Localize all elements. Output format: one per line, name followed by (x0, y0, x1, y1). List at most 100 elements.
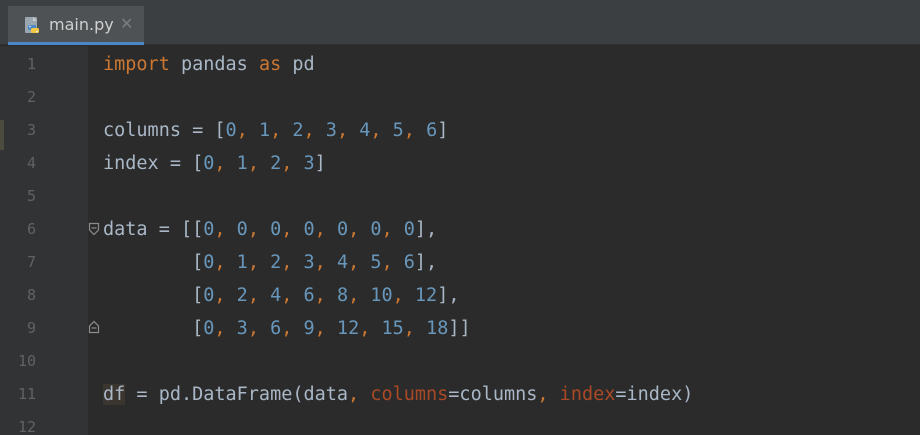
line-number: 9 (26, 319, 36, 337)
comma: , (370, 120, 382, 141)
number-literal: 0 (236, 219, 248, 240)
comma: , (247, 318, 259, 339)
number-literal: 3 (303, 252, 315, 273)
number-literal: 12 (336, 318, 360, 339)
number-literal: 0 (203, 252, 215, 273)
comma: , (314, 285, 326, 306)
editor-tab-bar: main.py ✕ (0, 0, 920, 45)
comma: , (348, 285, 360, 306)
code-line-11: df = pd.DataFrame(data, columns=columns,… (103, 378, 913, 411)
number-literal: 3 (325, 120, 337, 141)
code-line-1: import pandas as pd (103, 48, 913, 81)
number-literal: 1 (236, 153, 248, 174)
number-literal: 5 (370, 252, 382, 273)
number-literal: 0 (336, 219, 349, 240)
number-literal: 12 (414, 285, 438, 306)
bracket-open: [ (103, 252, 204, 273)
bracket-close: ] (314, 153, 326, 174)
comma: , (348, 384, 360, 405)
comma: , (403, 318, 415, 339)
number-literal: 2 (270, 153, 282, 174)
line-number: 7 (26, 253, 36, 271)
code-line-6: data = [[0, 0, 0, 0, 0, 0, 0], (103, 213, 913, 246)
named-param: index (548, 384, 616, 405)
identifier: =columns (448, 384, 538, 405)
comma: , (348, 219, 360, 240)
comma: , (348, 252, 360, 273)
bracket-close: ]] (448, 318, 471, 339)
line-number: 5 (26, 187, 36, 205)
bracket-close: ], (437, 285, 460, 306)
line-number: 1 (26, 55, 36, 73)
comma: , (247, 285, 259, 306)
comma: , (303, 120, 315, 141)
comma: , (314, 252, 326, 273)
number-literal: 3 (303, 153, 315, 174)
code-line-3: columns = [0, 1, 2, 3, 4, 5, 6] (103, 114, 913, 147)
identifier: pd (281, 54, 315, 75)
comma: , (214, 252, 226, 273)
line-number: 8 (26, 286, 36, 304)
number-literal: 2 (236, 285, 248, 306)
number-literal: 0 (203, 318, 215, 339)
identifier-highlight: df (103, 384, 126, 405)
comma: , (403, 120, 415, 141)
close-icon[interactable]: ✕ (120, 14, 133, 34)
code-line-9: [0, 3, 6, 9, 12, 15, 18]] (103, 312, 913, 345)
fold-collapse-icon[interactable] (88, 222, 100, 236)
fold-end-icon[interactable] (88, 320, 100, 334)
number-literal: 6 (403, 252, 415, 273)
number-literal: 0 (303, 219, 315, 240)
number-literal: 10 (370, 285, 393, 306)
number-literal: 2 (270, 252, 282, 273)
number-literal: 0 (203, 153, 215, 174)
number-literal: 0 (403, 219, 415, 240)
bracket-close: ], (414, 252, 438, 273)
identifier: = pd.DataFrame(data (125, 384, 349, 405)
comma: , (281, 252, 293, 273)
comma: , (214, 219, 226, 240)
number-literal: 4 (359, 120, 371, 141)
line-number: 12 (17, 418, 36, 435)
identifier: pandas (169, 54, 259, 75)
code-line-7: [0, 1, 2, 3, 4, 5, 6], (103, 246, 913, 279)
comma: , (270, 120, 282, 141)
line-number: 2 (26, 88, 36, 106)
tab-filename: main.py (49, 15, 114, 34)
comma: , (281, 219, 293, 240)
comma: , (247, 153, 259, 174)
number-literal: 15 (381, 318, 404, 339)
line-numbers: 1 2 3 4 5 6 7 8 9 10 11 12 (0, 48, 40, 435)
named-param: columns (359, 384, 449, 405)
code-lines[interactable]: import pandas as pd columns = [0, 1, 2, … (103, 48, 913, 435)
comma: , (336, 120, 349, 141)
line-number: 4 (26, 154, 36, 172)
number-literal: 0 (203, 285, 215, 306)
comma: , (381, 219, 393, 240)
bracket-open: index = [ (103, 153, 204, 174)
number-literal: 0 (370, 219, 382, 240)
number-literal: 6 (426, 120, 438, 141)
number-literal: 6 (270, 318, 282, 339)
number-literal: 1 (236, 252, 248, 273)
number-literal: 8 (336, 285, 349, 306)
number-literal: 3 (236, 318, 248, 339)
comma: , (214, 285, 226, 306)
number-literal: 1 (258, 120, 271, 141)
number-literal: 4 (336, 252, 349, 273)
tab-main-py[interactable]: main.py ✕ (8, 6, 144, 45)
bracket-open: [ (103, 318, 204, 339)
bracket-open: [ (103, 285, 204, 306)
comma: , (314, 318, 326, 339)
comma: , (381, 252, 393, 273)
comma: , (247, 219, 259, 240)
bracket-open: columns = [ (103, 120, 226, 141)
identifier: =index) (615, 384, 694, 405)
code-line-4: index = [0, 1, 2, 3] (103, 147, 913, 180)
line-number: 11 (17, 385, 36, 403)
number-literal: 5 (392, 120, 404, 141)
line-number: 3 (26, 121, 36, 139)
